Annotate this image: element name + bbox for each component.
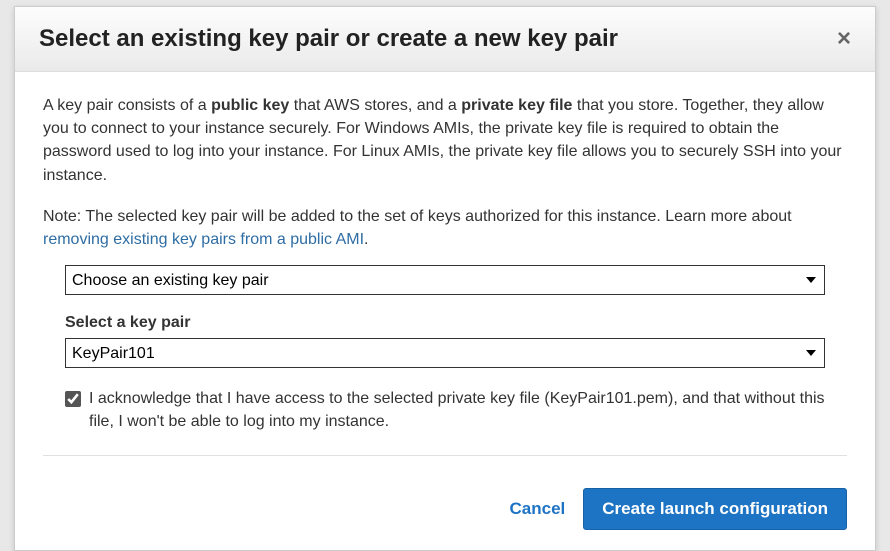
select-keypair-label: Select a key pair: [65, 311, 825, 334]
divider: [43, 455, 847, 456]
cancel-button[interactable]: Cancel: [510, 499, 566, 519]
keypair-mode-select[interactable]: Choose an existing key pair: [65, 265, 825, 295]
desc-pre1: A key pair consists of a: [43, 97, 211, 114]
modal-title: Select an existing key pair or create a …: [39, 25, 618, 53]
note-text: Note: The selected key pair will be adde…: [43, 205, 847, 251]
desc-bold-public-key: public key: [211, 97, 289, 114]
desc-bold-private-key-file: private key file: [461, 97, 572, 114]
modal-header: Select an existing key pair or create a …: [15, 7, 875, 72]
description-text: A key pair consists of a public key that…: [43, 94, 847, 187]
note-suffix: .: [364, 231, 368, 248]
keypair-select[interactable]: KeyPair101: [65, 338, 825, 368]
create-launch-configuration-button[interactable]: Create launch configuration: [583, 488, 847, 530]
form-block: Choose an existing key pair Select a key…: [43, 265, 847, 433]
modal-body: A key pair consists of a public key that…: [15, 72, 875, 488]
close-icon[interactable]: ×: [837, 27, 851, 51]
acknowledge-row: I acknowledge that I have access to the …: [65, 388, 825, 433]
modal-footer: Cancel Create launch configuration: [15, 488, 875, 550]
acknowledge-text: I acknowledge that I have access to the …: [89, 388, 825, 433]
acknowledge-checkbox[interactable]: [65, 391, 81, 407]
desc-mid1: that AWS stores, and a: [289, 97, 461, 114]
keypair-modal: Select an existing key pair or create a …: [14, 6, 876, 551]
remove-keypairs-link[interactable]: removing existing key pairs from a publi…: [43, 231, 364, 248]
note-pre: Note: The selected key pair will be adde…: [43, 208, 792, 225]
